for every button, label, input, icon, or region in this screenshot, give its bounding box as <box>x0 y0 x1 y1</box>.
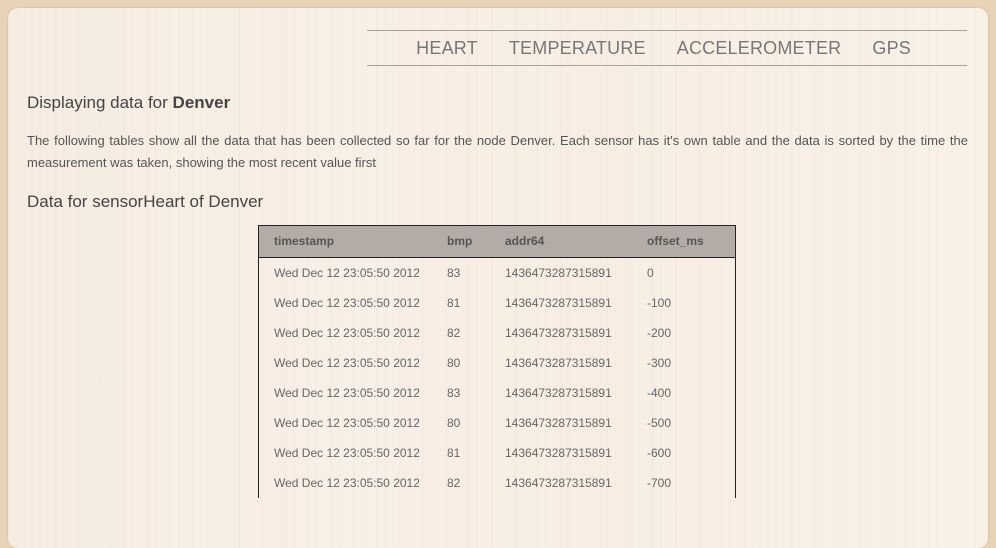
cell-addr64: 1436473287315891 <box>505 445 612 460</box>
cell-timestamp: Wed Dec 12 23:05:50 2012 <box>274 385 420 400</box>
cell-addr64: 1436473287315891 <box>505 265 612 280</box>
cell-bmp: 82 <box>447 325 461 340</box>
cell-bmp: 83 <box>447 385 461 400</box>
cell-timestamp: Wed Dec 12 23:05:50 2012 <box>274 355 420 370</box>
cell-bmp: 81 <box>447 445 461 460</box>
table-row: Wed Dec 12 23:05:50 2012 80 143647328731… <box>259 348 735 378</box>
table-header-row: timestamp bmp addr64 offset_ms <box>259 226 735 257</box>
table-row: Wed Dec 12 23:05:50 2012 83 143647328731… <box>259 257 735 288</box>
description-text: The following tables show all the data t… <box>27 133 968 170</box>
cell-bmp: 82 <box>447 475 461 490</box>
table-row: Wed Dec 12 23:05:50 2012 81 143647328731… <box>259 288 735 318</box>
page-title-node: Denver <box>172 93 231 112</box>
cell-offset-ms: -700 <box>647 475 672 490</box>
table-row: Wed Dec 12 23:05:50 2012 82 143647328731… <box>259 468 735 498</box>
cell-bmp: 80 <box>447 355 461 370</box>
column-header-addr64[interactable]: addr64 <box>505 226 647 257</box>
top-nav: HEART TEMPERATURE ACCELEROMETER GPS <box>367 30 967 66</box>
cell-offset-ms: -300 <box>647 355 672 370</box>
cell-timestamp: Wed Dec 12 23:05:50 2012 <box>274 475 420 490</box>
cell-bmp: 81 <box>447 295 461 310</box>
cell-offset-ms: 0 <box>647 265 654 280</box>
cell-offset-ms: -200 <box>647 325 672 340</box>
cell-addr64: 1436473287315891 <box>505 415 612 430</box>
section-title: Data for sensorHeart of Denver <box>27 192 264 211</box>
cell-offset-ms: -600 <box>647 445 672 460</box>
cell-bmp: 80 <box>447 415 461 430</box>
cell-offset-ms: -100 <box>647 295 672 310</box>
page-title: Displaying data for Denver <box>27 93 230 113</box>
nav-item-accelerometer[interactable]: ACCELEROMETER <box>677 38 842 59</box>
table-row: Wed Dec 12 23:05:50 2012 82 143647328731… <box>259 318 735 348</box>
sensor-heart-table: timestamp bmp addr64 offset_ms Wed Dec 1… <box>258 225 736 498</box>
cell-timestamp: Wed Dec 12 23:05:50 2012 <box>274 265 420 280</box>
cell-offset-ms: -400 <box>647 385 672 400</box>
cell-timestamp: Wed Dec 12 23:05:50 2012 <box>274 445 420 460</box>
cell-addr64: 1436473287315891 <box>505 325 612 340</box>
column-header-bmp[interactable]: bmp <box>447 226 505 257</box>
cell-addr64: 1436473287315891 <box>505 355 612 370</box>
cell-timestamp: Wed Dec 12 23:05:50 2012 <box>274 415 420 430</box>
cell-bmp: 83 <box>447 265 461 280</box>
cell-addr64: 1436473287315891 <box>505 475 612 490</box>
cell-addr64: 1436473287315891 <box>505 385 612 400</box>
column-header-offset-ms[interactable]: offset_ms <box>647 226 735 257</box>
nav-item-heart[interactable]: HEART <box>416 38 478 59</box>
table-row: Wed Dec 12 23:05:50 2012 81 143647328731… <box>259 438 735 468</box>
page-title-prefix: Displaying data for <box>27 93 168 112</box>
column-header-timestamp[interactable]: timestamp <box>259 226 447 257</box>
table-row: Wed Dec 12 23:05:50 2012 83 143647328731… <box>259 378 735 408</box>
nav-item-temperature[interactable]: TEMPERATURE <box>509 38 646 59</box>
cell-timestamp: Wed Dec 12 23:05:50 2012 <box>274 295 420 310</box>
table-row: Wed Dec 12 23:05:50 2012 80 143647328731… <box>259 408 735 438</box>
cell-timestamp: Wed Dec 12 23:05:50 2012 <box>274 325 420 340</box>
nav-item-gps[interactable]: GPS <box>872 38 911 59</box>
cell-addr64: 1436473287315891 <box>505 295 612 310</box>
cell-offset-ms: -500 <box>647 415 672 430</box>
page-container: HEART TEMPERATURE ACCELEROMETER GPS Disp… <box>8 8 988 548</box>
